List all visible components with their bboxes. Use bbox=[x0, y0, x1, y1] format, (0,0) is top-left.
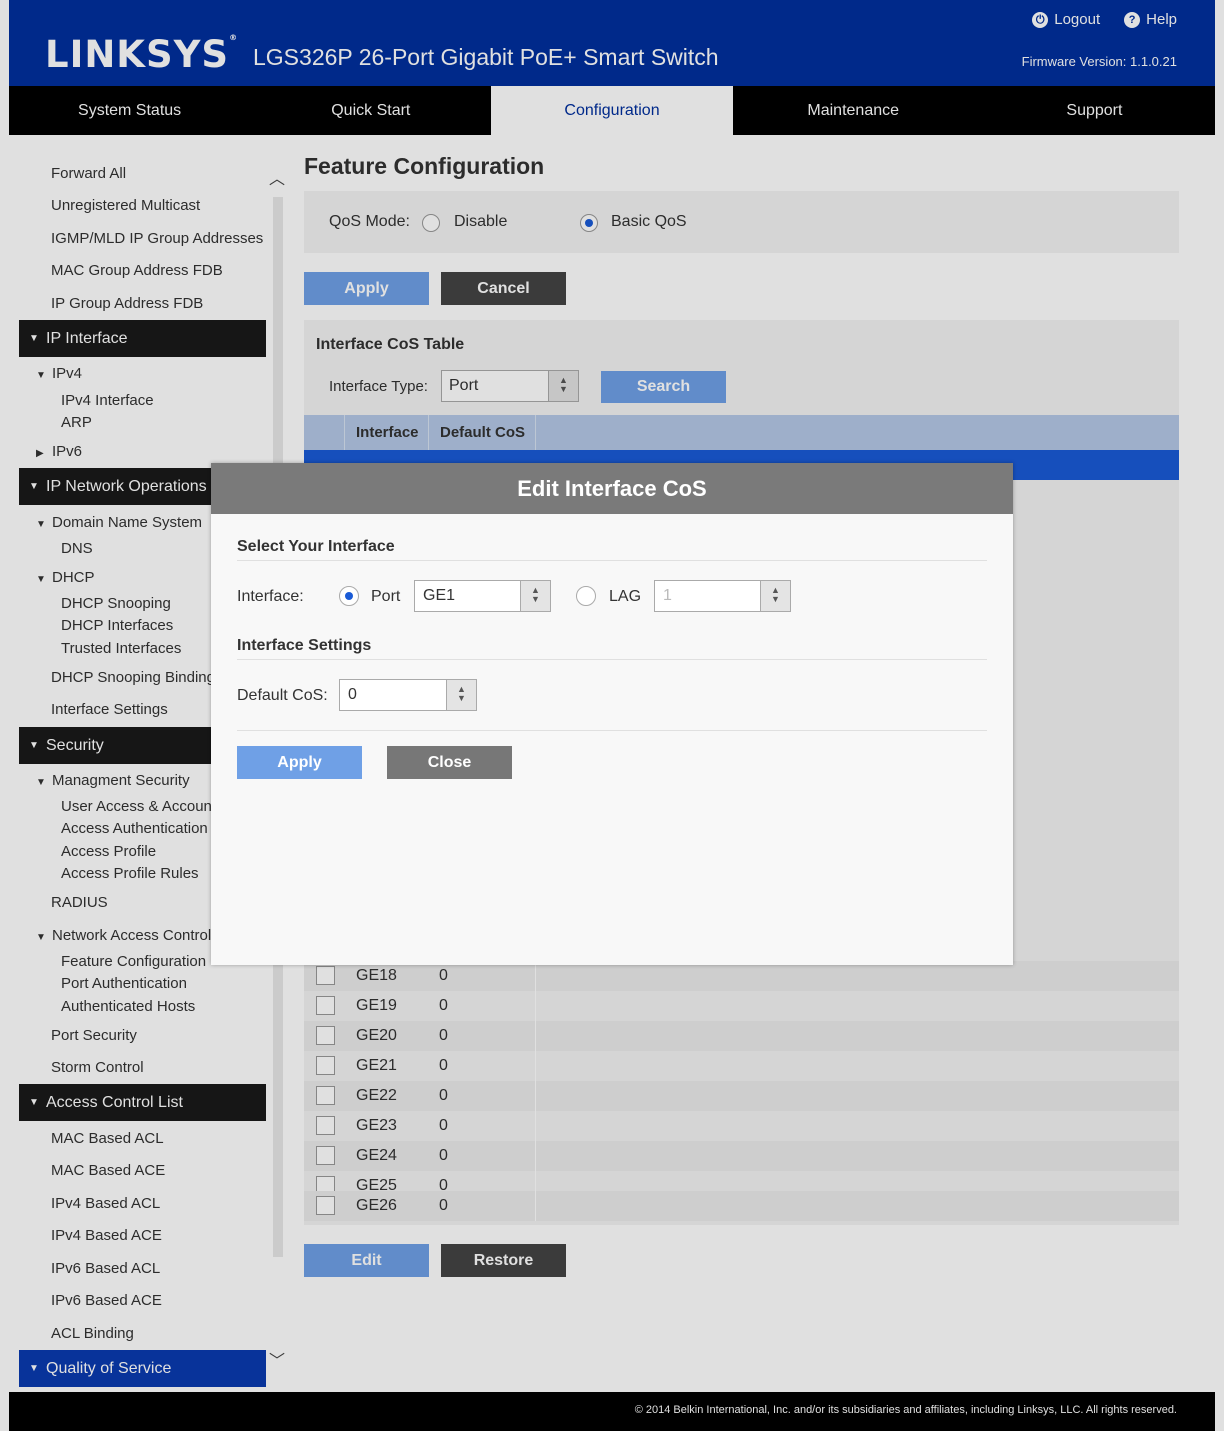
spinner-arrows-icon[interactable]: ▲ ▼ bbox=[760, 581, 790, 611]
edit-interface-cos-dialog: Edit Interface CoS Select Your Interface… bbox=[211, 463, 1013, 965]
lag-label: LAG bbox=[609, 588, 642, 605]
divider bbox=[237, 659, 987, 660]
divider bbox=[237, 560, 987, 561]
divider bbox=[237, 730, 987, 731]
select-interface-heading: Select Your Interface bbox=[237, 538, 395, 555]
lag-select[interactable]: 1 ▲ ▼ bbox=[654, 580, 791, 612]
default-cos-select[interactable]: 0 ▲ ▼ bbox=[339, 679, 477, 711]
lag-radio[interactable] bbox=[576, 586, 596, 606]
spinner-arrows-icon[interactable]: ▲ ▼ bbox=[446, 680, 476, 710]
port-radio[interactable] bbox=[339, 586, 359, 606]
dialog-apply-button[interactable]: Apply bbox=[237, 746, 362, 779]
port-label: Port bbox=[371, 588, 401, 605]
interface-label: Interface: bbox=[237, 588, 304, 605]
default-cos-label: Default CoS: bbox=[237, 687, 328, 704]
dialog-title: Edit Interface CoS bbox=[211, 463, 1013, 514]
interface-settings-heading: Interface Settings bbox=[237, 637, 372, 654]
port-select[interactable]: GE1 ▲ ▼ bbox=[414, 580, 551, 612]
dialog-close-button[interactable]: Close bbox=[387, 746, 512, 779]
spinner-arrows-icon[interactable]: ▲ ▼ bbox=[520, 581, 550, 611]
